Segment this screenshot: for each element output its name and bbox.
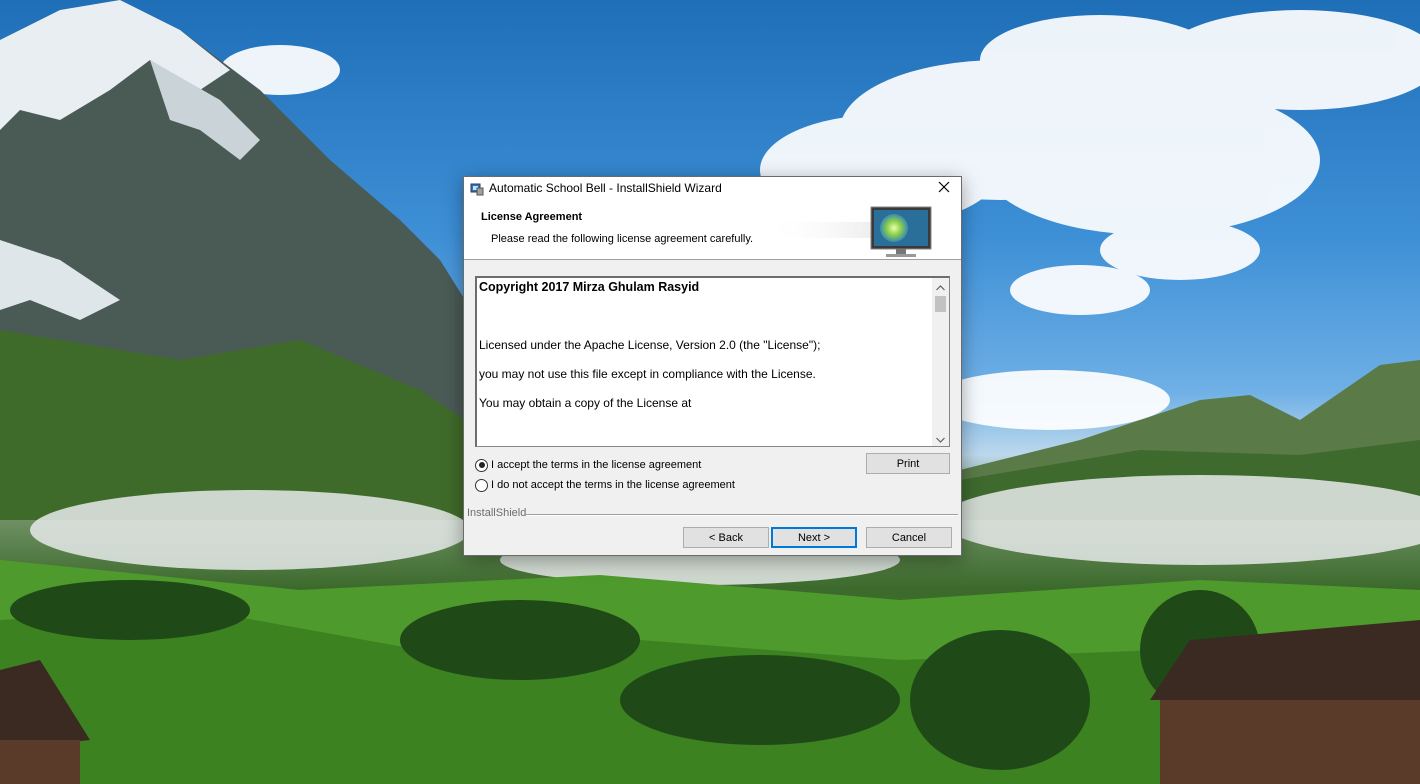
footer-divider: [526, 514, 958, 516]
back-button[interactable]: < Back: [683, 527, 769, 548]
monitor-icon: [764, 204, 934, 265]
license-line: Licensed under the Apache License, Versi…: [479, 338, 821, 352]
accept-option[interactable]: I accept the terms in the license agreem…: [475, 457, 701, 473]
decline-label: I do not accept the terms in the license…: [491, 479, 735, 491]
scrollbar-thumb[interactable]: [935, 296, 946, 312]
decline-option[interactable]: I do not accept the terms in the license…: [475, 477, 735, 493]
page-title: License Agreement: [481, 211, 583, 223]
accept-label: I accept the terms in the license agreem…: [491, 459, 702, 471]
license-line: Copyright 2017 Mirza Ghulam Rasyid: [479, 280, 700, 294]
cancel-button[interactable]: Cancel: [866, 527, 952, 548]
decline-radio[interactable]: [475, 478, 488, 492]
license-line: you may not use this file except in comp…: [479, 367, 816, 381]
installer-window: Automatic School Bell - InstallShield Wi…: [463, 176, 962, 556]
header-banner: License Agreement Please read the follow…: [464, 201, 961, 260]
title-bar[interactable]: Automatic School Bell - InstallShield Wi…: [464, 177, 961, 201]
accept-radio[interactable]: [475, 458, 488, 472]
chevron-up-icon: [936, 278, 945, 296]
installer-icon: [470, 182, 484, 196]
close-button[interactable]: [927, 177, 961, 201]
license-line: You may obtain a copy of the License at: [479, 396, 692, 410]
window-title: Automatic School Bell - InstallShield Wi…: [489, 181, 722, 195]
license-text-area[interactable]: Copyright 2017 Mirza Ghulam Rasyid Licen…: [475, 276, 950, 447]
scroll-down-button[interactable]: [932, 430, 949, 447]
close-icon: [938, 180, 950, 198]
scroll-up-button[interactable]: [932, 278, 949, 295]
page-subtitle: Please read the following license agreem…: [491, 233, 754, 245]
print-button[interactable]: Print: [866, 453, 950, 474]
brand-label: InstallShield: [467, 507, 527, 519]
vertical-scrollbar[interactable]: [932, 278, 949, 447]
chevron-down-icon: [936, 430, 945, 447]
next-button[interactable]: Next >: [771, 527, 857, 548]
